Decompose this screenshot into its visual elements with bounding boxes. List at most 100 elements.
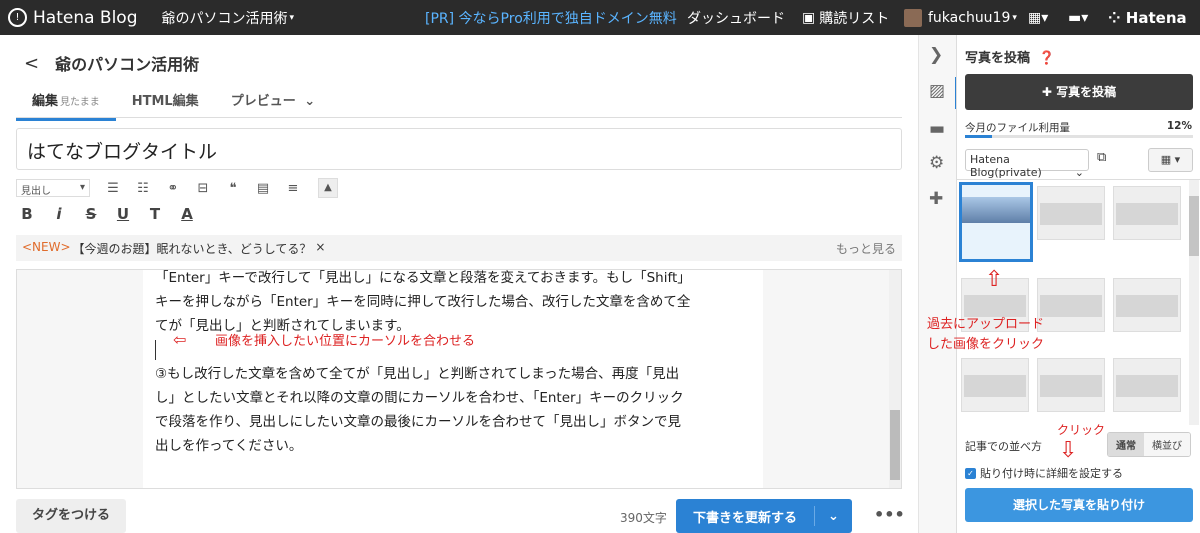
hatena-link[interactable]: ⁘ Hatena xyxy=(1108,9,1187,27)
add-tag-button[interactable]: タグをつける xyxy=(16,499,126,533)
sort-label: 記事での並べ方 xyxy=(965,440,1042,453)
tab-html-edit[interactable]: HTML編集 xyxy=(116,85,215,121)
heading-select[interactable]: 見出し ▾ xyxy=(16,179,90,197)
external-link-icon[interactable]: ⧉ xyxy=(1097,150,1106,165)
editor-toolbar-row1: 見出し ▾ ☰ ☷ ⚭ ⊟ ❝ ▤ ≡ ▲ xyxy=(16,178,338,198)
help-icon[interactable]: ❓ xyxy=(1039,51,1055,66)
logo-icon: ! xyxy=(8,8,27,27)
sort-normal[interactable]: 通常 xyxy=(1108,433,1144,456)
text-cursor xyxy=(155,340,156,360)
bold-icon[interactable]: B xyxy=(16,205,38,223)
divider-icon[interactable]: ⊟ xyxy=(192,181,214,196)
subscriptions-label: 購読リスト xyxy=(819,10,890,27)
chevron-down-icon: ⌄ xyxy=(1074,166,1084,179)
thumb-image xyxy=(1040,375,1102,397)
gear-icon[interactable]: ⚙ xyxy=(929,153,944,173)
username: fukachuu19 xyxy=(928,9,1011,26)
photo-thumb[interactable] xyxy=(961,358,1029,412)
body-line: ③もし改行した文章を含めて全てが「見出し」と判断されてしまった場合、再度「見出 xyxy=(155,366,680,382)
detail-settings-checkbox[interactable]: ✓ 貼り付け時に詳細を設定する xyxy=(965,465,1123,481)
dashboard-link[interactable]: ダッシュボード xyxy=(687,8,785,28)
more-options-icon[interactable]: ••• xyxy=(874,505,905,524)
grid-icon: ▦ xyxy=(1160,153,1172,166)
thumb-image xyxy=(964,295,1026,317)
tab-sub: 見たまま xyxy=(60,97,100,108)
gallery-scroll-thumb[interactable] xyxy=(1189,196,1199,256)
photo-thumb[interactable] xyxy=(1113,358,1181,412)
upload-photo-label: 写真を投稿 xyxy=(1056,85,1117,99)
table-icon[interactable]: ▤ xyxy=(252,181,274,196)
more-link[interactable]: もっと見る xyxy=(836,240,896,257)
photo-thumb[interactable] xyxy=(1037,186,1105,240)
body-line: し」としたい文章とそれ以降の文章の間にカーソルを合わせ、「Enter」キーのクリ… xyxy=(155,390,684,406)
sidebar-icon-column: ❯ ▨ ▬ ⚙ ✚ xyxy=(918,35,958,533)
tab-label: HTML編集 xyxy=(131,94,199,109)
notification-icon[interactable]: ▬▾ xyxy=(1068,10,1088,26)
link-icon[interactable]: ⚭ xyxy=(162,181,184,196)
usage-fill xyxy=(965,135,993,138)
tab-preview[interactable]: プレビュー ⌄ xyxy=(215,85,331,121)
photo-thumb[interactable] xyxy=(1113,186,1181,240)
paste-selected-photo-button[interactable]: 選択した写真を貼り付け xyxy=(965,488,1193,522)
article-body-editor[interactable]: 「Enter」キーで改行して「見出し」になる文章と段落を変えておきます。もし「S… xyxy=(16,269,902,489)
update-draft-button[interactable]: 下書きを更新する ⌄ xyxy=(676,499,852,533)
annotation-line: 過去にアップロード xyxy=(927,317,1045,332)
editor-area: < 爺のパソコン活用術 編集 見たまま HTML編集 プレビュー ⌄ はてなブログ… xyxy=(0,35,918,533)
photo-icon[interactable]: ▨ xyxy=(929,81,945,101)
reader-icon: ▣ xyxy=(802,9,816,26)
article-title-input[interactable]: はてなブログタイトル xyxy=(16,128,902,170)
photo-thumb-selected[interactable] xyxy=(959,182,1033,262)
hatena-blog-logo[interactable]: ! Hatena Blog xyxy=(8,8,138,28)
update-draft-label: 下書きを更新する xyxy=(692,510,797,526)
chevron-down-icon[interactable]: ⌄ xyxy=(815,509,852,524)
top-navbar: ! Hatena Blog 爺のパソコン活用術 ▾ [PR] 今ならPro利用で… xyxy=(0,0,1200,35)
italic-icon[interactable]: i xyxy=(48,205,70,223)
font-size-icon[interactable]: T xyxy=(144,205,166,223)
underline-icon[interactable]: U xyxy=(112,205,134,223)
quote-icon[interactable]: ❝ xyxy=(222,181,244,196)
plus-icon[interactable]: ✚ xyxy=(929,189,943,209)
back-icon[interactable]: < xyxy=(24,53,39,74)
more-formats-icon[interactable]: ≡ xyxy=(282,181,304,196)
photo-gallery xyxy=(957,179,1200,425)
subscriptions-link[interactable]: ▣ 購読リスト xyxy=(802,8,889,28)
char-count: 390文字 xyxy=(620,511,667,525)
editor-scrollbar[interactable] xyxy=(889,270,901,488)
sort-horizontal[interactable]: 横並び xyxy=(1144,433,1190,456)
close-icon[interactable]: × xyxy=(315,240,325,256)
album-select[interactable]: Hatena Blog(private) ⌄ xyxy=(965,149,1089,179)
panel-title-text: 写真を投稿 xyxy=(965,51,1031,66)
apps-grid-icon[interactable]: ▦▾ xyxy=(1028,10,1048,26)
chevron-down-icon: ▾ xyxy=(1012,12,1017,23)
tab-label: 編集 xyxy=(32,94,59,109)
click-annotation: クリック xyxy=(1057,423,1106,437)
body-text: 「Enter」キーで改行して「見出し」になる文章と段落を変えておきます。もし「S… xyxy=(155,270,755,458)
thumb-image xyxy=(964,375,1026,397)
annotation-arrow-up-icon: ⇧ xyxy=(985,267,1004,292)
view-mode-button[interactable]: ▦ ▾ xyxy=(1148,148,1193,172)
user-menu[interactable]: fukachuu19 ▾ xyxy=(904,8,1017,27)
photo-panel: 写真を投稿 ❓ ✚ 写真を投稿 今月のファイル利用量 12% Hatena Bl… xyxy=(927,35,1200,533)
blog-name-menu[interactable]: 爺のパソコン活用術 xyxy=(162,8,288,28)
gallery-scrollbar[interactable] xyxy=(1189,180,1199,425)
thumb-image xyxy=(1116,295,1178,317)
scroll-thumb[interactable] xyxy=(890,410,900,480)
chevron-right-icon[interactable]: ❯ xyxy=(929,45,943,65)
thumb-image xyxy=(1116,203,1178,225)
logo-text: Hatena Blog xyxy=(33,7,138,28)
photo-thumb[interactable] xyxy=(1113,278,1181,332)
pr-link[interactable]: [PR] 今ならPro利用で独自ドメイン無料 xyxy=(425,8,677,28)
strikethrough-icon[interactable]: S xyxy=(80,205,102,223)
notice-text[interactable]: 【今週のお題】眠れないとき、どうしてる？ xyxy=(73,240,312,256)
bullet-list-icon[interactable]: ☰ xyxy=(102,181,124,196)
tab-visual-edit[interactable]: 編集 見たまま xyxy=(16,85,116,121)
folder-icon[interactable]: ▬ xyxy=(929,119,945,139)
text-color-icon[interactable]: A xyxy=(176,205,198,223)
upload-photo-button[interactable]: ✚ 写真を投稿 xyxy=(965,74,1193,110)
tabs-divider xyxy=(16,117,902,118)
photo-thumb[interactable] xyxy=(1037,358,1105,412)
collapse-toolbar-icon[interactable]: ▲ xyxy=(318,178,338,198)
hatena-icon: ⁘ xyxy=(1108,8,1126,27)
editor-header: < 爺のパソコン活用術 xyxy=(24,51,199,75)
numbered-list-icon[interactable]: ☷ xyxy=(132,181,154,196)
